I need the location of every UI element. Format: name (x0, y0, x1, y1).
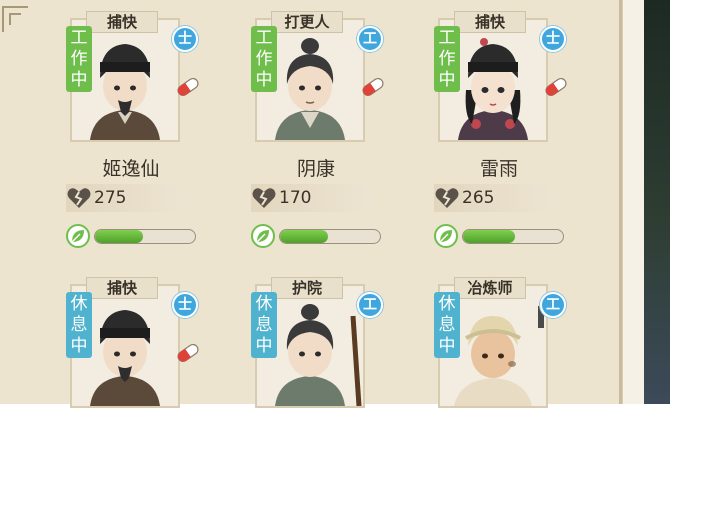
scrollbar-track[interactable] (622, 0, 644, 404)
rank-badge: 工 (357, 26, 383, 52)
character-name: 雷雨 (479, 158, 518, 180)
energy-bar (279, 229, 381, 244)
status-tag: 工 作 中 (66, 26, 92, 92)
rank-badge: 士 (172, 26, 198, 52)
corner-ornament (2, 6, 28, 32)
rank-badge: 工 (357, 292, 383, 318)
character-card[interactable]: 捕快 工 作 中 士 雷雨 265 (434, 2, 584, 248)
energy-row (66, 224, 198, 248)
stat-value: 275 (94, 188, 127, 208)
status-tag: 休 息 中 (251, 292, 277, 358)
energy-bar-fill (463, 230, 515, 243)
energy-row (251, 224, 383, 248)
energy-bar (94, 229, 196, 244)
status-tag: 工 作 中 (434, 26, 460, 92)
energy-bar-fill (95, 230, 143, 243)
leaf-icon (66, 224, 90, 248)
character-card[interactable]: 捕快 工 作 中 士 姬逸仙 275 (66, 2, 216, 248)
rank-badge: 工 (540, 292, 566, 318)
broken-heart-icon (252, 188, 276, 208)
pill-icon[interactable] (542, 76, 570, 98)
energy-row (434, 224, 566, 248)
energy-bar (462, 229, 564, 244)
character-card[interactable]: 捕快 休 息 中 士 (66, 268, 216, 508)
stat-value: 265 (462, 188, 495, 208)
leaf-icon (434, 224, 458, 248)
character-name: 阴康 (296, 158, 335, 180)
role-tag: 冶炼师 (454, 277, 526, 299)
status-tag: 休 息 中 (66, 292, 92, 358)
pill-icon[interactable] (174, 76, 202, 98)
role-tag: 护院 (271, 277, 343, 299)
stat-value: 170 (279, 188, 312, 208)
rank-badge: 士 (540, 26, 566, 52)
stat-row: 265 (434, 184, 562, 212)
status-tag: 工 作 中 (251, 26, 277, 92)
status-tag: 休 息 中 (434, 292, 460, 358)
game-scene-edge (644, 0, 670, 404)
broken-heart-icon (67, 188, 91, 208)
stat-row: 275 (66, 184, 194, 212)
stat-row: 170 (251, 184, 379, 212)
role-tag: 打更人 (271, 11, 343, 33)
rank-badge: 士 (172, 292, 198, 318)
character-name: 姬逸仙 (102, 158, 160, 180)
character-card[interactable]: 打更人 工 作 中 工 阴康 170 (251, 2, 401, 248)
role-tag: 捕快 (86, 277, 158, 299)
leaf-icon (251, 224, 275, 248)
role-tag: 捕快 (454, 11, 526, 33)
broken-heart-icon (435, 188, 459, 208)
role-tag: 捕快 (86, 11, 158, 33)
character-panel: 捕快 工 作 中 士 姬逸仙 275 打更人 工 作 中 工 阴康 170 捕快… (0, 0, 622, 408)
character-card[interactable]: 冶炼师 休 息 中 工 (434, 268, 584, 508)
character-card[interactable]: 护院 休 息 中 工 (251, 268, 401, 508)
energy-bar-fill (280, 230, 328, 243)
pill-icon[interactable] (359, 76, 387, 98)
pill-icon[interactable] (174, 342, 202, 364)
